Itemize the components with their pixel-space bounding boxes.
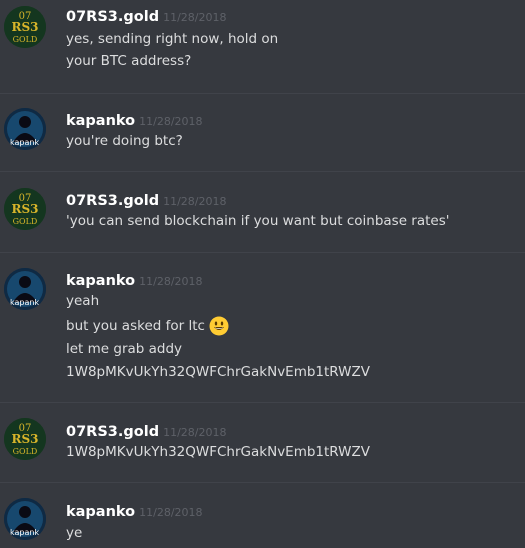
timestamp: 11/28/2018	[139, 115, 203, 128]
message-text: yeah	[66, 293, 100, 309]
message-text: 'you can send blockchain if you want but…	[66, 213, 450, 229]
avatar[interactable]: 07 RS3 GOLD	[4, 188, 46, 230]
timestamp: 11/28/2018	[163, 426, 227, 439]
username[interactable]: kapanko	[66, 113, 135, 129]
avatar-text: kapank	[10, 528, 39, 537]
chat-message-list: 07 RS3 GOLD 07RS3.gold 11/28/2018 yes, se…	[0, 0, 525, 548]
timestamp: 11/28/2018	[139, 506, 203, 519]
message-divider	[0, 252, 525, 253]
message-header: 07RS3.gold 11/28/2018	[66, 6, 226, 25]
logo-text-gold: GOLD	[13, 217, 38, 226]
message-text: your BTC address?	[66, 53, 192, 69]
timestamp: 11/28/2018	[163, 11, 227, 24]
message-text: you're doing btc?	[66, 133, 183, 149]
message-divider	[0, 171, 525, 172]
logo-text-gold: GOLD	[13, 447, 38, 456]
07rs3-gold-logo-icon: 07 RS3 GOLD	[4, 6, 46, 48]
avatar[interactable]: kapank	[4, 108, 46, 150]
message-text: 1W8pMKvUkYh32QWFChrGakNvEmb1tRWZV	[66, 444, 370, 460]
message-text: ye	[66, 525, 83, 541]
message-text: let me grab addy	[66, 341, 183, 357]
kapanko-avatar-icon: kapank	[4, 498, 46, 540]
message-header: 07RS3.gold 11/28/2018	[66, 421, 226, 440]
07rs3-gold-logo-icon: 07 RS3 GOLD	[4, 188, 46, 230]
timestamp: 11/28/2018	[139, 275, 203, 288]
logo-text-gold: GOLD	[13, 35, 38, 44]
avatar[interactable]: 07 RS3 GOLD	[4, 418, 46, 460]
logo-text-rs3: RS3	[12, 20, 39, 34]
logo-text-rs3: RS3	[12, 432, 39, 446]
username[interactable]: kapanko	[66, 504, 135, 520]
smiley-face-emoji-icon	[209, 316, 229, 336]
message-text: yes, sending right now, hold on	[66, 31, 279, 47]
message-text: 1W8pMKvUkYh32QWFChrGakNvEmb1tRWZV	[66, 364, 370, 380]
username[interactable]: 07RS3.gold	[66, 193, 159, 209]
avatar-text: kapank	[10, 138, 39, 147]
username[interactable]: 07RS3.gold	[66, 9, 159, 25]
message-text-with-emoji: but you asked for ltc	[66, 316, 229, 336]
message-divider	[0, 482, 525, 483]
message-divider	[0, 402, 525, 403]
avatar[interactable]: 07 RS3 GOLD	[4, 6, 46, 48]
username[interactable]: 07RS3.gold	[66, 424, 159, 440]
username[interactable]: kapanko	[66, 273, 135, 289]
avatar-text: kapank	[10, 298, 39, 307]
kapanko-avatar-icon: kapank	[4, 108, 46, 150]
logo-text-rs3: RS3	[12, 202, 39, 216]
message-header: kapanko 11/28/2018	[66, 501, 203, 520]
message-header: 07RS3.gold 11/28/2018	[66, 190, 226, 209]
message-header: kapanko 11/28/2018	[66, 110, 203, 129]
timestamp: 11/28/2018	[163, 195, 227, 208]
avatar[interactable]: kapank	[4, 498, 46, 540]
message-divider	[0, 93, 525, 94]
message-text: but you asked for ltc	[66, 318, 205, 334]
message-header: kapanko 11/28/2018	[66, 270, 203, 289]
avatar[interactable]: kapank	[4, 268, 46, 310]
07rs3-gold-logo-icon: 07 RS3 GOLD	[4, 418, 46, 460]
kapanko-avatar-icon: kapank	[4, 268, 46, 310]
